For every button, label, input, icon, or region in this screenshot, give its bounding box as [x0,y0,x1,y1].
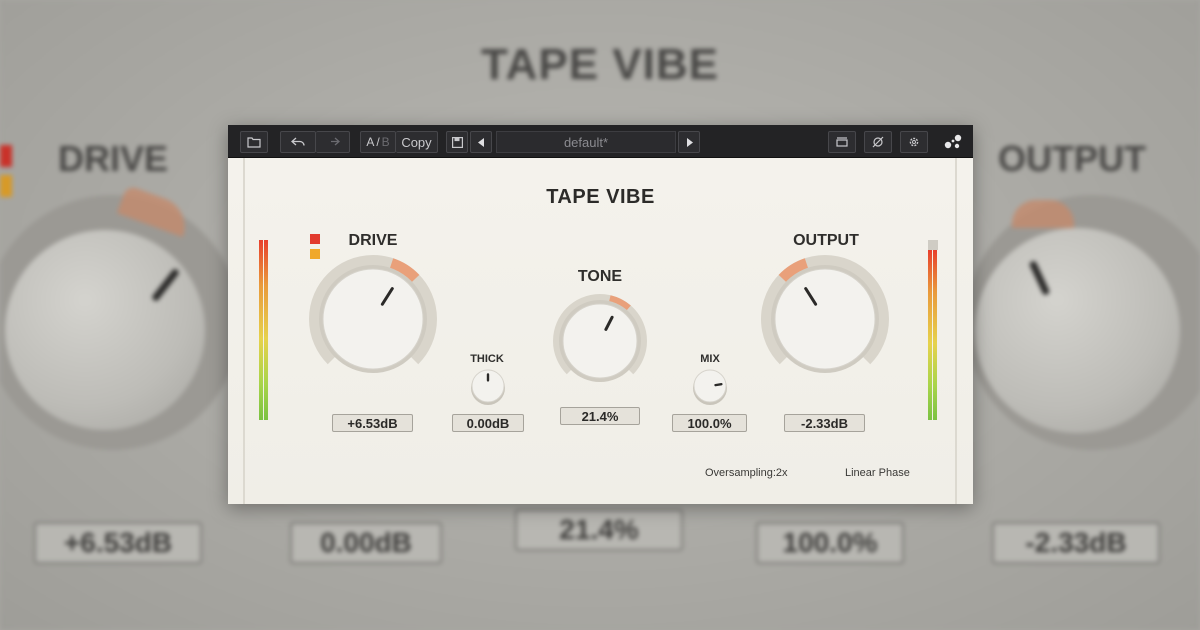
next-preset-button[interactable] [678,131,700,153]
ab-b-label: B [381,135,390,149]
output-knob[interactable] [761,255,889,373]
redo-icon [330,137,340,146]
redo-button[interactable] [316,131,350,153]
bypass-icon [872,136,884,148]
mix-knob-pointer [714,382,723,387]
drive-value[interactable]: +6.53dB [332,414,413,432]
bg-mix-value: 100.0% [756,522,904,564]
bg-drive-label: DRIVE [58,138,169,179]
bg-output-knob [975,228,1180,433]
window-icon [836,137,848,147]
prev-preset-icon [477,137,484,147]
preset-name-field[interactable]: default* [496,131,676,153]
tone-knob[interactable] [553,294,647,382]
output-value[interactable]: -2.33dB [784,414,865,432]
bg-tone-value: 21.4% [515,509,683,551]
bg-title: TAPE VIBE [480,40,719,89]
window-button[interactable] [828,131,856,153]
thick-knob[interactable] [471,369,505,405]
bg-output-knob-accent [1012,200,1074,228]
next-preset-icon [686,137,693,147]
save-icon [451,136,463,148]
tone-value[interactable]: 21.4% [560,407,640,425]
toolbar: A / B Copy default* [228,125,973,158]
mix-value[interactable]: 100.0% [672,414,747,432]
bg-drive-value: +6.53dB [34,522,202,564]
bg-thick-value: 0.00dB [290,522,442,564]
plugin-window: A / B Copy default* TAPE VIBE DRIVE OUTP… [228,125,973,504]
drive-knob-body [322,268,424,370]
mix-knob-body [693,369,727,403]
undo-button[interactable] [280,131,316,153]
folder-icon[interactable] [240,131,268,153]
ab-toggle-button[interactable]: A / B [360,131,396,153]
prev-preset-button[interactable] [470,131,492,153]
ab-a-label: A [366,135,375,149]
gear-icon [909,137,919,147]
oversampling-button[interactable]: Oversampling:2x [705,467,788,479]
drive-knob[interactable] [309,255,437,373]
bg-led-red [0,145,12,167]
bg-output-label: OUTPUT [998,138,1146,179]
linear-phase-button[interactable]: Linear Phase [845,467,910,479]
settings-button[interactable] [900,131,928,153]
bg-led-orange [0,175,12,197]
bg-output-value: -2.33dB [992,522,1160,564]
knob-layer [309,255,889,405]
thick-value[interactable]: 0.00dB [452,414,524,432]
logo-icon[interactable] [942,133,964,151]
undo-icon [291,137,305,146]
mix-knob[interactable] [693,369,727,405]
copy-button[interactable]: Copy [396,131,438,153]
output-knob-body [774,268,876,370]
tone-knob-body [562,303,638,379]
ab-sep-label: / [376,135,380,149]
bypass-button[interactable] [864,131,892,153]
save-button[interactable] [446,131,468,153]
main-panel: TAPE VIBE DRIVE OUTPUT TONE THICK MIX +6… [228,158,973,504]
bg-drive-knob [5,230,205,430]
